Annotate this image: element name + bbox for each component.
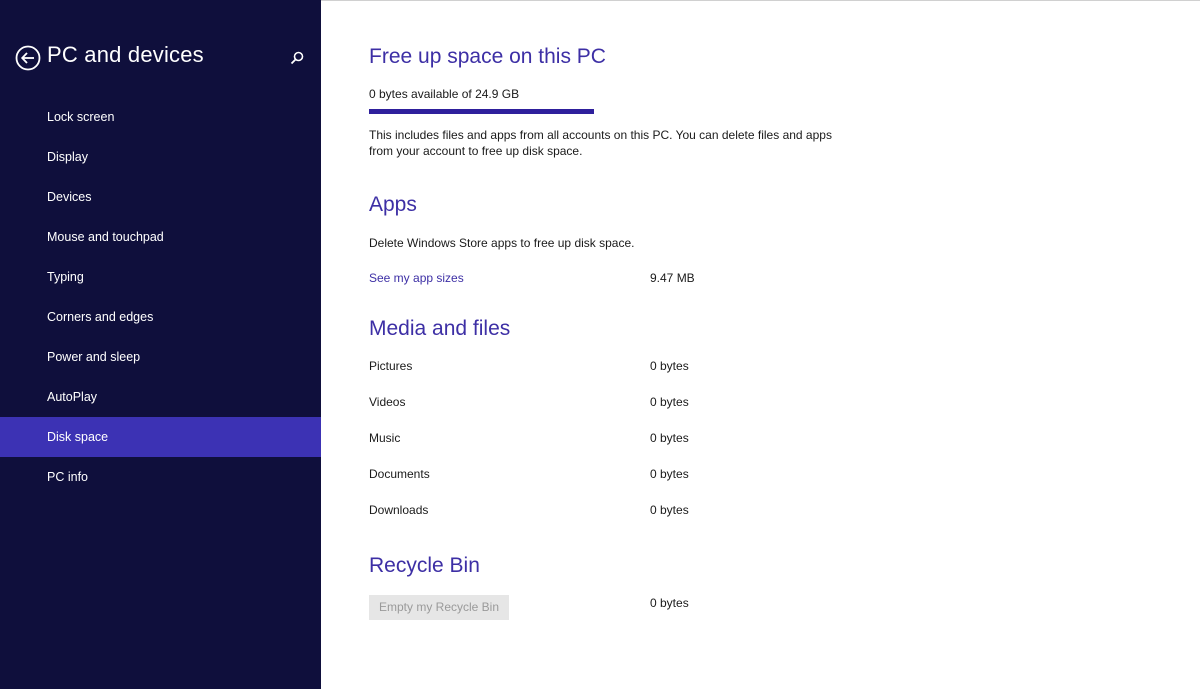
sidebar-item-corners-and-edges[interactable]: Corners and edges	[0, 297, 321, 337]
apps-size-value: 9.47 MB	[650, 271, 695, 285]
media-row-value-downloads: 0 bytes	[650, 503, 689, 517]
recycle-bin-heading: Recycle Bin	[369, 554, 480, 577]
sidebar-item-typing[interactable]: Typing	[0, 257, 321, 297]
main-content: Free up space on this PC 0 bytes availab…	[321, 0, 1200, 689]
sidebar-item-mouse-and-touchpad[interactable]: Mouse and touchpad	[0, 217, 321, 257]
media-row-value-videos: 0 bytes	[650, 395, 689, 409]
free-space-description: This includes files and apps from all ac…	[369, 128, 832, 158]
recycle-bin-size-value: 0 bytes	[650, 596, 689, 610]
sidebar-item-devices[interactable]: Devices	[0, 177, 321, 217]
apps-heading: Apps	[369, 193, 417, 216]
sidebar-nav: Lock screen Display Devices Mouse and to…	[0, 97, 321, 497]
media-row-label-downloads: Downloads	[369, 503, 429, 517]
sidebar-item-power-and-sleep[interactable]: Power and sleep	[0, 337, 321, 377]
disk-usage-bar	[369, 109, 594, 114]
settings-window: PC and devices Lock screen Display Devic…	[0, 0, 1200, 689]
media-row-label-pictures: Pictures	[369, 359, 413, 373]
see-app-sizes-link[interactable]: See my app sizes	[369, 271, 464, 285]
free-space-heading: Free up space on this PC	[369, 45, 606, 68]
sidebar-item-lock-screen[interactable]: Lock screen	[0, 97, 321, 137]
media-row-value-music: 0 bytes	[650, 431, 689, 445]
media-and-files-heading: Media and files	[369, 317, 511, 340]
media-row-value-documents: 0 bytes	[650, 467, 689, 481]
sidebar-item-disk-space[interactable]: Disk space	[0, 417, 321, 457]
media-row-label-music: Music	[369, 431, 401, 445]
sidebar-item-display[interactable]: Display	[0, 137, 321, 177]
media-row-label-documents: Documents	[369, 467, 430, 481]
sidebar-item-autoplay[interactable]: AutoPlay	[0, 377, 321, 417]
disk-usage-bar-fill	[369, 109, 594, 114]
back-arrow-icon[interactable]	[15, 45, 41, 71]
media-row-label-videos: Videos	[369, 395, 406, 409]
sidebar-title: PC and devices	[47, 42, 204, 67]
sidebar: PC and devices Lock screen Display Devic…	[0, 0, 321, 689]
empty-recycle-bin-button[interactable]: Empty my Recycle Bin	[369, 595, 509, 620]
sidebar-item-pc-info[interactable]: PC info	[0, 457, 321, 497]
sidebar-header: PC and devices	[0, 40, 321, 76]
apps-description: Delete Windows Store apps to free up dis…	[369, 236, 635, 250]
search-icon[interactable]	[289, 50, 305, 66]
media-row-value-pictures: 0 bytes	[650, 359, 689, 373]
available-space-text: 0 bytes available of 24.9 GB	[369, 87, 520, 101]
